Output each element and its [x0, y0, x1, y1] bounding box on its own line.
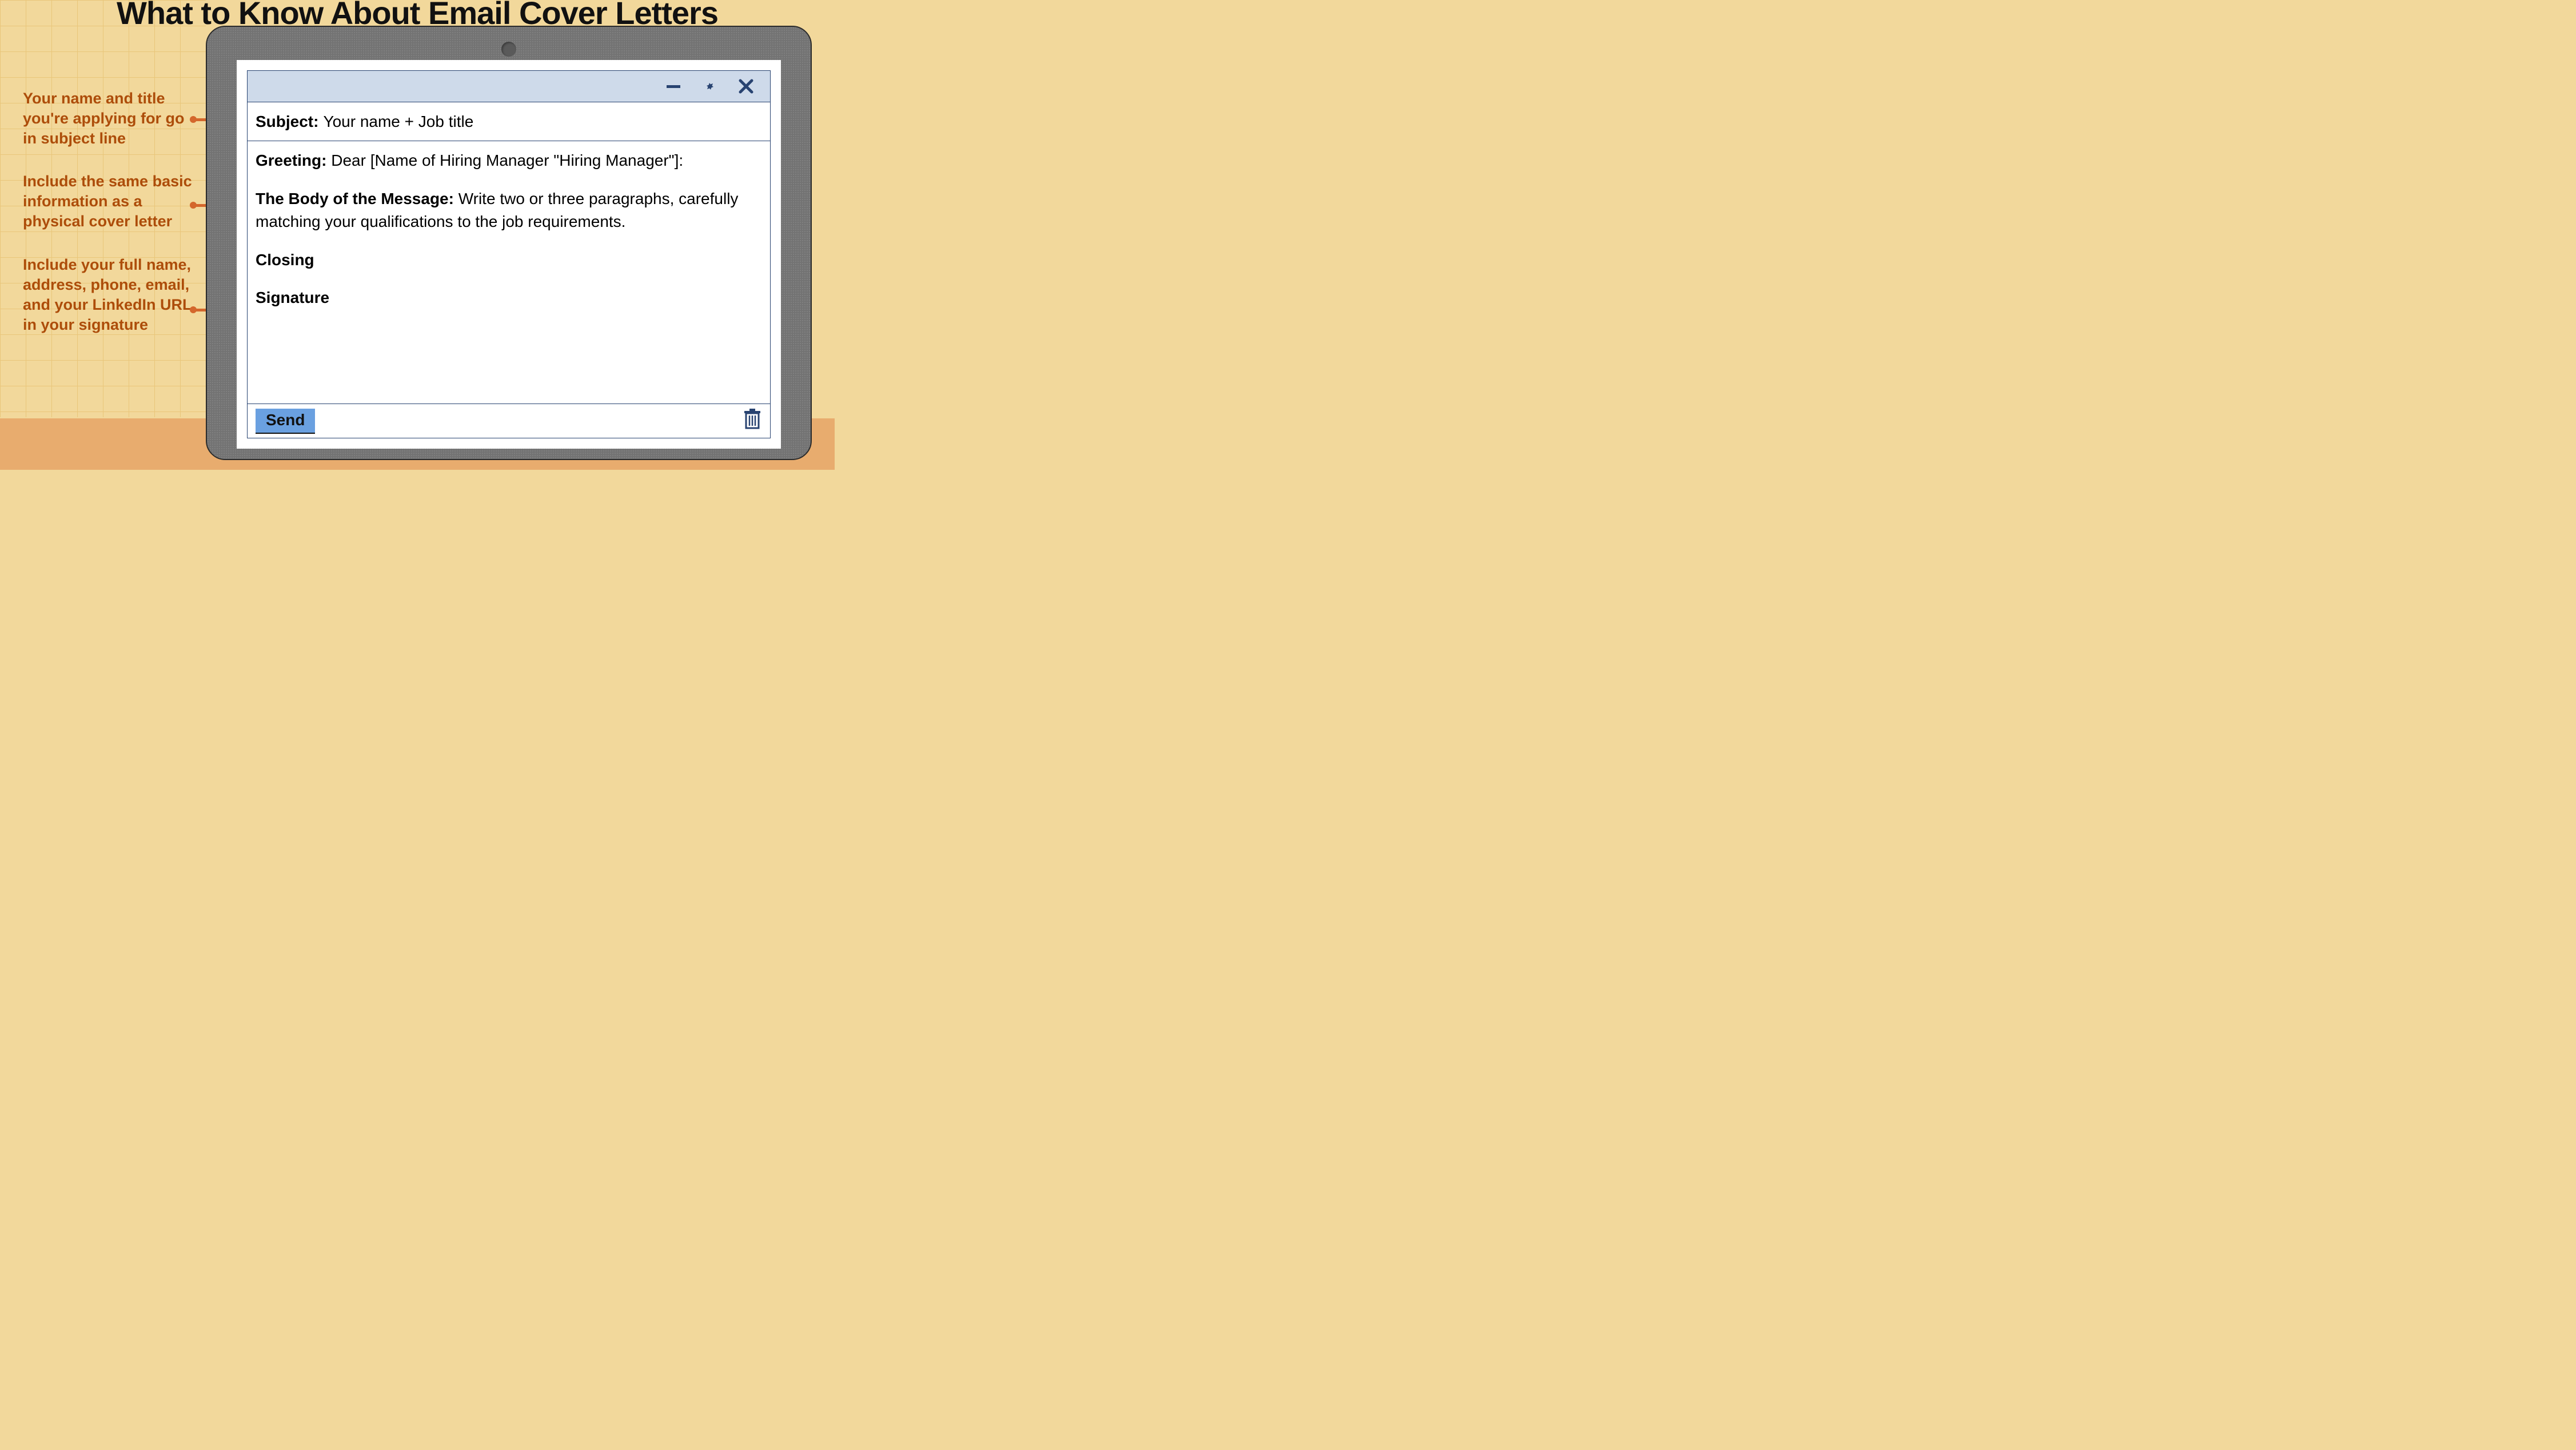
device-screen: Subject: Your name + Job title Greeting:…	[237, 60, 781, 449]
subject-value: Your name + Job title	[323, 113, 473, 131]
body-paragraph: The Body of the Message: Write two or th…	[256, 187, 762, 234]
signature-label: Signature	[256, 289, 329, 306]
maximize-icon[interactable]	[700, 77, 720, 96]
annotation-signature-tip: Include your full name, address, phone, …	[23, 255, 194, 335]
pointer-dot	[190, 116, 197, 123]
subject-label: Subject:	[256, 113, 318, 131]
tablet-device: Subject: Your name + Job title Greeting:…	[206, 26, 812, 460]
greeting-label: Greeting:	[256, 151, 326, 169]
camera-dot	[501, 42, 516, 57]
window-header	[247, 70, 771, 102]
email-body[interactable]: Greeting: Dear [Name of Hiring Manager "…	[247, 141, 771, 404]
closing-line: Closing	[256, 249, 762, 272]
annotation-subject-tip: Your name and title you're applying for …	[23, 89, 194, 149]
pointer-dot	[190, 306, 197, 313]
body-label: The Body of the Message:	[256, 190, 454, 207]
closing-label: Closing	[256, 251, 314, 269]
signature-line: Signature	[256, 286, 762, 310]
close-icon[interactable]	[738, 78, 754, 94]
trash-icon[interactable]	[743, 409, 762, 433]
subject-row[interactable]: Subject: Your name + Job title	[247, 102, 771, 141]
annotation-body-tip: Include the same basic information as a …	[23, 171, 194, 231]
greeting-value: Dear [Name of Hiring Manager "Hiring Man…	[331, 151, 683, 169]
pointer-dot	[190, 202, 197, 209]
actions-row: Send	[247, 404, 771, 438]
minimize-icon[interactable]	[665, 78, 682, 95]
annotation-list: Your name and title you're applying for …	[23, 89, 194, 358]
send-button[interactable]: Send	[256, 409, 315, 434]
greeting-line: Greeting: Dear [Name of Hiring Manager "…	[256, 149, 762, 173]
email-window: Subject: Your name + Job title Greeting:…	[247, 70, 771, 438]
